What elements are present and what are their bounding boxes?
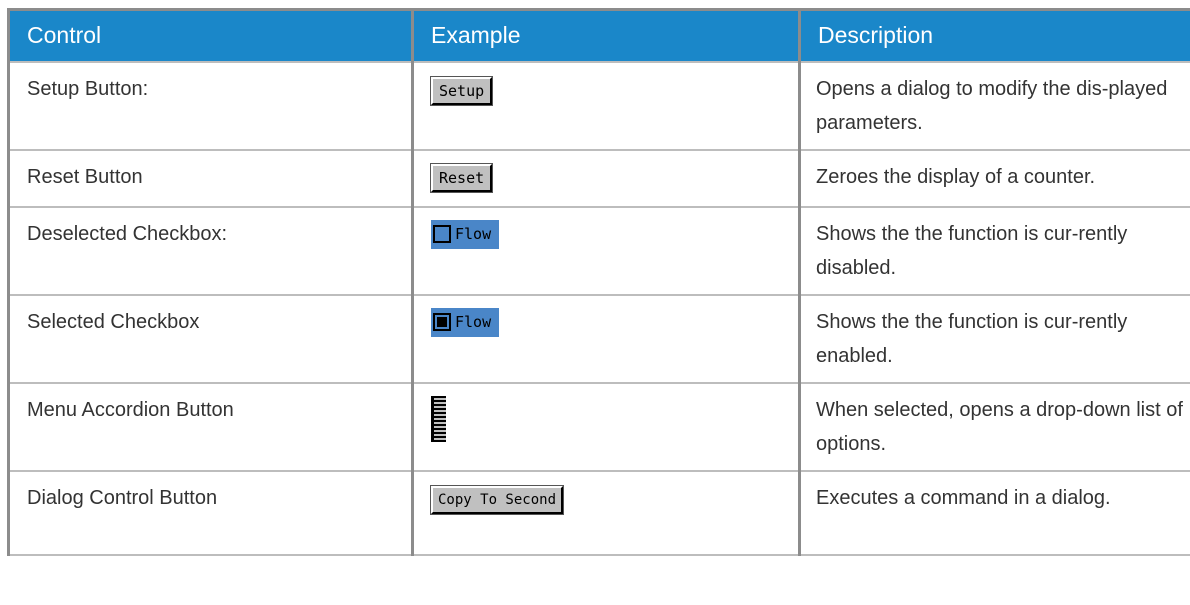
header-description: Description [798, 8, 1190, 62]
reset-button[interactable]: Reset [429, 162, 494, 193]
header-control: Control [7, 8, 413, 62]
table-row: Reset Button Reset Zeroes the display of… [7, 148, 1190, 208]
checkbox-label: Flow [455, 225, 492, 243]
setup-button[interactable]: Setup [429, 75, 494, 106]
control-name: Dialog Control Button [7, 469, 414, 556]
menu-accordion-icon[interactable] [431, 395, 446, 442]
table-row: Setup Button: Setup Opens a dialog to mo… [7, 60, 1190, 151]
copy-to-second-button[interactable]: Copy To Second [429, 484, 565, 515]
table-header: Control Example Description [7, 8, 1190, 62]
page: Control Example Description Setup Button… [0, 0, 1190, 605]
control-name: Setup Button: [7, 60, 414, 151]
description: Shows the the function is cur-rently dis… [798, 205, 1190, 296]
example-cell: Flow [411, 205, 801, 296]
description: Opens a dialog to modify the dis-played … [798, 60, 1190, 151]
description: Executes a command in a dialog. [798, 469, 1190, 556]
description: When selected, opens a drop-down list of… [798, 381, 1190, 472]
example-cell: Setup [411, 60, 801, 151]
description: Shows the the function is cur-rently ena… [798, 293, 1190, 384]
example-cell: Flow [411, 293, 801, 384]
example-cell [411, 381, 801, 472]
table-row: Menu Accordion Button When selected, ope… [7, 381, 1190, 472]
example-cell: Reset [411, 148, 801, 208]
checkbox-label: Flow [455, 313, 492, 331]
checkbox-unchecked-icon [433, 225, 451, 243]
control-name: Reset Button [7, 148, 414, 208]
control-name: Deselected Checkbox: [7, 205, 414, 296]
header-row: Control Example Description [7, 8, 1190, 62]
control-name: Menu Accordion Button [7, 381, 414, 472]
deselected-checkbox[interactable]: Flow [431, 219, 500, 249]
selected-checkbox[interactable]: Flow [431, 307, 500, 337]
header-example: Example [411, 8, 800, 62]
table-row: Deselected Checkbox: Flow Shows the the … [7, 205, 1190, 296]
checkbox-checked-icon [433, 313, 451, 331]
example-cell: Copy To Second [411, 469, 801, 556]
controls-table: Control Example Description Setup Button… [7, 8, 1190, 556]
control-name: Selected Checkbox [7, 293, 414, 384]
description: Zeroes the display of a counter. [798, 148, 1190, 208]
table-row: Selected Checkbox Flow Shows the the fun… [7, 293, 1190, 384]
table-row: Dialog Control Button Copy To Second Exe… [7, 469, 1190, 556]
